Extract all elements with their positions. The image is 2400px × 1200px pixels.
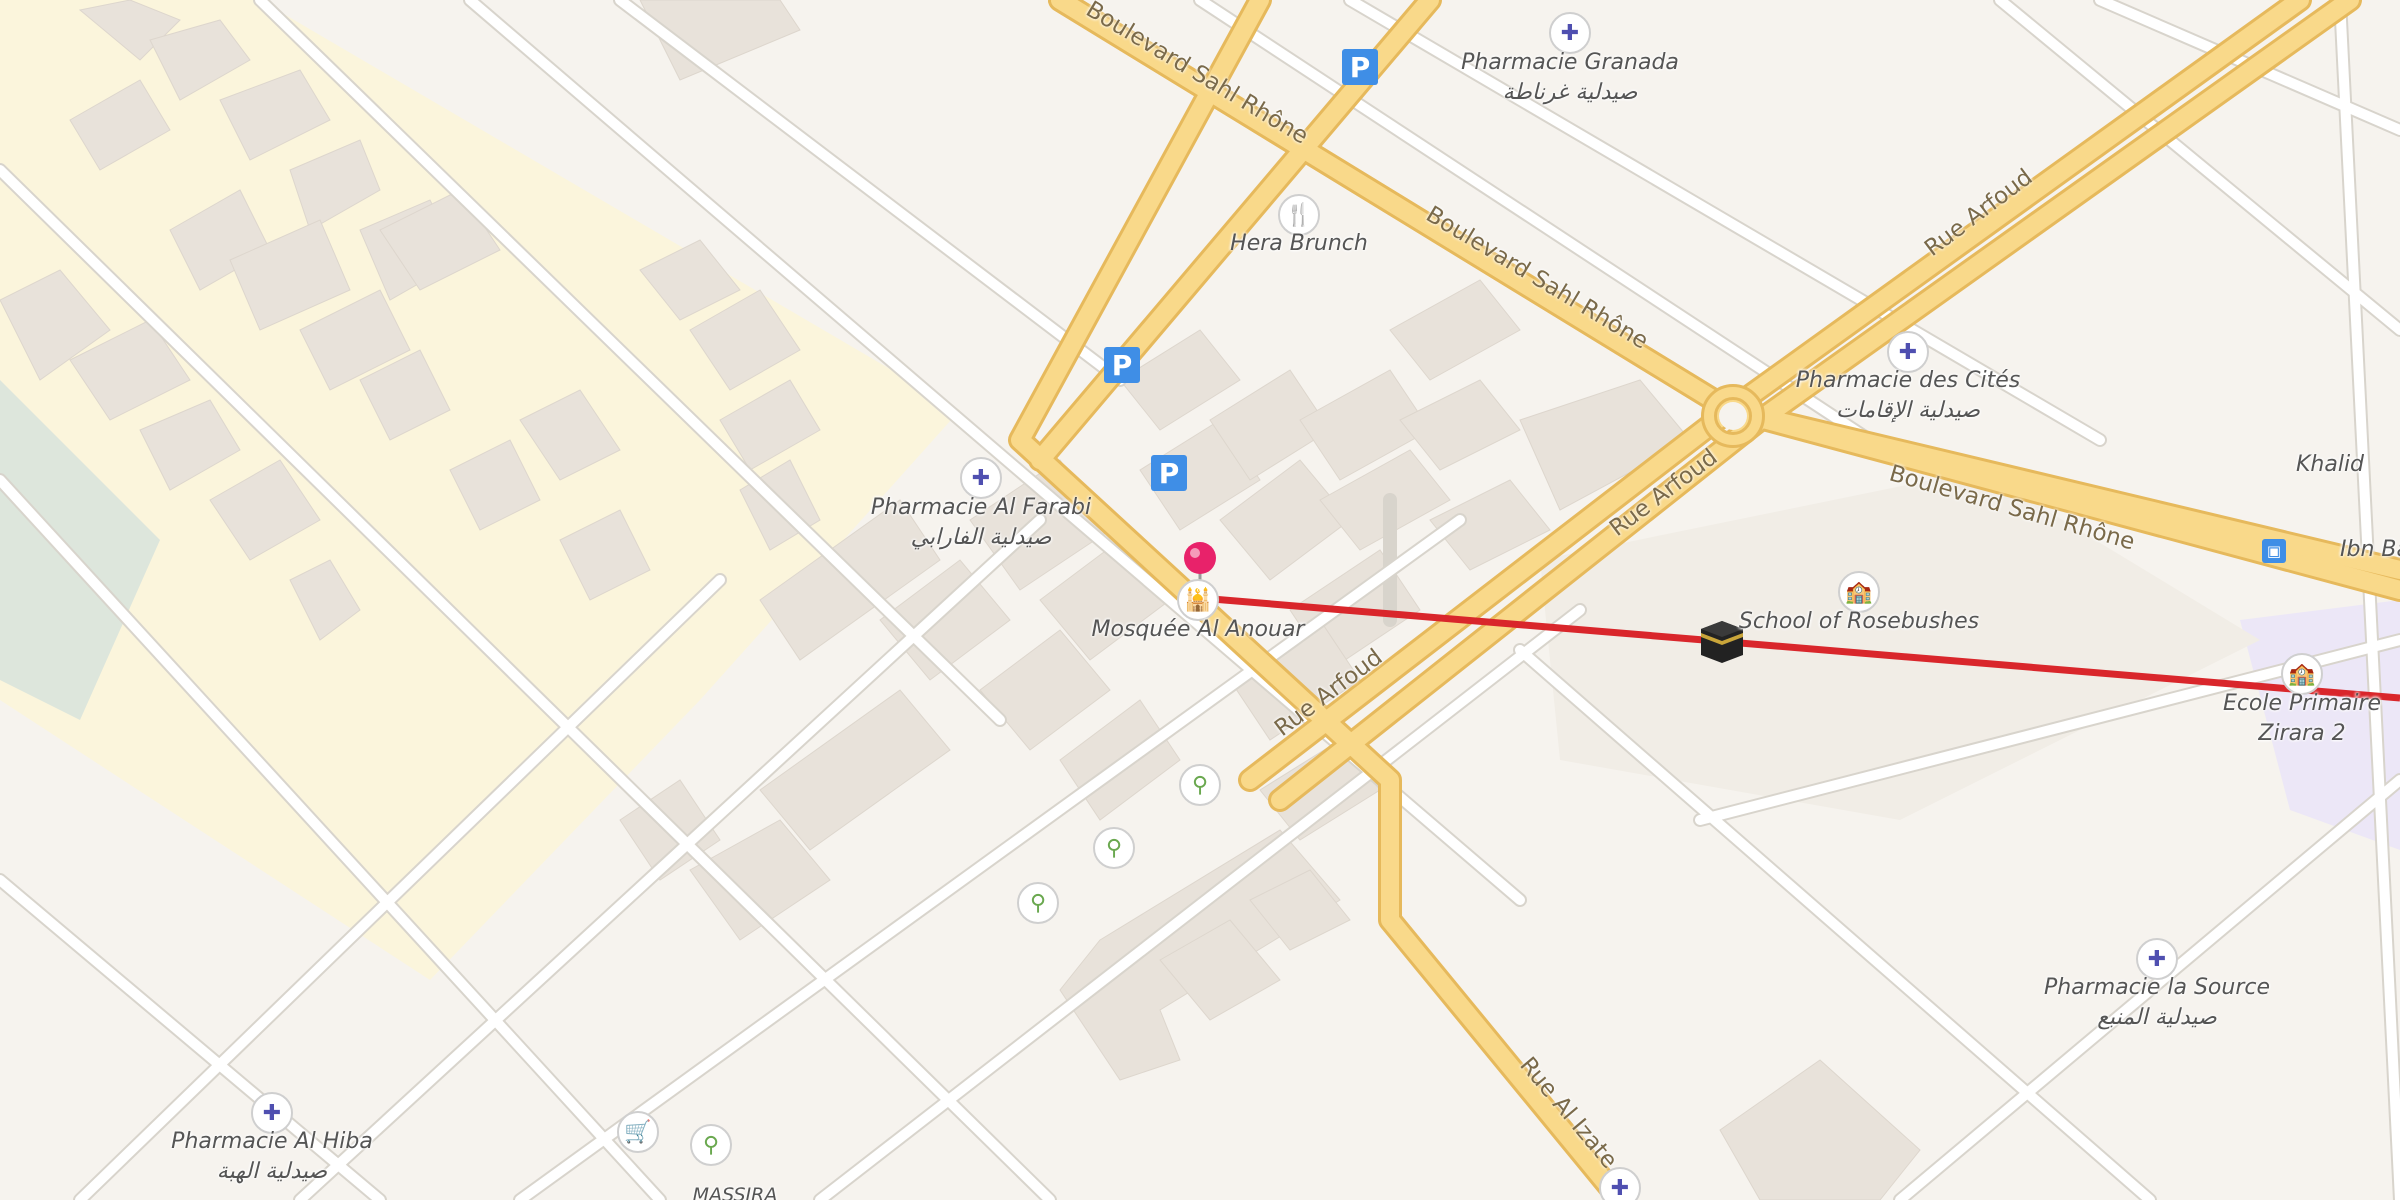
place-name: Mosquée Al Anouar bbox=[1091, 617, 1305, 642]
place-al-hiba[interactable]: Pharmacie Al Hiba صيدلية الهبة bbox=[171, 1127, 373, 1187]
place-name-ar: صيدلية غرناطة bbox=[1502, 80, 1638, 105]
place-ibn-batout[interactable]: Ibn Batout bbox=[2340, 535, 2400, 565]
place-ecole-primaire-zirara[interactable]: Ecole Primaire Zirara 2 bbox=[2222, 689, 2382, 749]
parking-icon[interactable]: P bbox=[1342, 49, 1378, 85]
place-la-source[interactable]: Pharmacie la Source صيدلية المنبع bbox=[2044, 973, 2270, 1033]
map-canvas[interactable]: P P P ✚ Pharmacie Granada صيدلية غرناطة 🍴… bbox=[0, 0, 2400, 1200]
place-name: Hera Brunch bbox=[1230, 231, 1368, 256]
district-label: MASSIRA bbox=[692, 1184, 778, 1200]
place-mosquee-al-anouar[interactable]: Mosquée Al Anouar bbox=[1092, 615, 1305, 645]
playground-icon[interactable]: ⚲ bbox=[1093, 827, 1135, 869]
bus-stop-icon[interactable]: ▣ bbox=[2262, 539, 2286, 563]
parking-icon[interactable]: P bbox=[1151, 455, 1187, 491]
place-name-ar: صيدلية الفارابي bbox=[910, 525, 1052, 550]
shop-icon[interactable]: 🛒 bbox=[617, 1111, 659, 1153]
place-name: Pharmacie la Source bbox=[2043, 975, 2271, 1000]
place-al-farabi[interactable]: Pharmacie Al Farabi صيدلية الفارابي bbox=[871, 493, 1091, 553]
place-name: Ecole Primaire Zirara 2 bbox=[2222, 691, 2382, 746]
playground-icon[interactable]: ⚲ bbox=[690, 1124, 732, 1166]
place-school-of-rosebushes[interactable]: School of Rosebushes bbox=[1739, 607, 1979, 637]
parking-icon[interactable]: P bbox=[1104, 347, 1140, 383]
place-name: School of Rosebushes bbox=[1738, 609, 1980, 634]
place-name-ar: صيدلية الهبة bbox=[216, 1159, 328, 1184]
place-name: Pharmacie Granada bbox=[1461, 50, 1679, 75]
place-name: Pharmacie Al Farabi bbox=[870, 495, 1092, 520]
place-name: Pharmacie Al Hiba bbox=[171, 1129, 373, 1154]
playground-icon[interactable]: ⚲ bbox=[1179, 764, 1221, 806]
place-name: Pharmacie des Cités bbox=[1795, 368, 2021, 393]
playground-icon[interactable]: ⚲ bbox=[1017, 882, 1059, 924]
place-name-ar: صيدلية المنبع bbox=[2097, 1005, 2217, 1030]
place-granada[interactable]: Pharmacie Granada صيدلية غرناطة bbox=[1461, 48, 1679, 108]
district-label: Khalid bbox=[2295, 452, 2365, 477]
place-hera-brunch[interactable]: Hera Brunch bbox=[1230, 229, 1368, 259]
place-name-ar: صيدلية الإقامات bbox=[1835, 398, 1981, 423]
place-des-cites[interactable]: Pharmacie des Cités صيدلية الإقامات bbox=[1796, 366, 2020, 426]
